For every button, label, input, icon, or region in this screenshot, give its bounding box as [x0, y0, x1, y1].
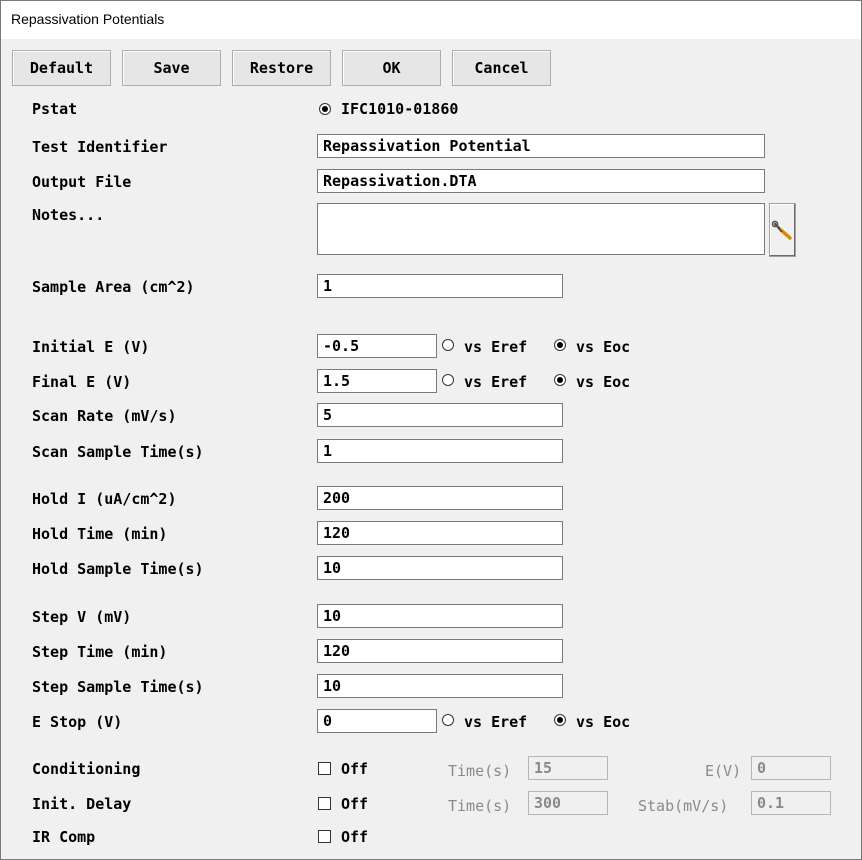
title-bar: Repassivation Potentials: [1, 1, 861, 39]
conditioning-time-input[interactable]: [528, 756, 608, 780]
conditioning-e-label: E(V): [705, 762, 742, 780]
step-time-label: Step Time (min): [32, 643, 168, 661]
initial-e-input[interactable]: [317, 334, 437, 358]
init-delay-label: Init. Delay: [32, 795, 132, 813]
notes-edit-button[interactable]: [769, 203, 796, 257]
notes-label: Notes...: [32, 206, 105, 224]
conditioning-state: Off: [341, 760, 369, 778]
test-identifier-label: Test Identifier: [32, 138, 168, 156]
ok-button[interactable]: OK: [342, 50, 441, 86]
init-delay-time-input[interactable]: [528, 791, 608, 815]
init-delay-stab-label: Stab(mV/s): [638, 797, 729, 815]
hold-time-label: Hold Time (min): [32, 525, 168, 543]
step-sample-time-label: Step Sample Time(s): [32, 678, 204, 696]
e-stop-vs-eref-label: vs Eref: [464, 713, 528, 731]
init-delay-state: Off: [341, 795, 369, 813]
output-file-input[interactable]: [317, 169, 765, 193]
restore-button[interactable]: Restore: [232, 50, 331, 86]
final-e-label: Final E (V): [32, 373, 132, 391]
final-e-vs-eref-radio[interactable]: [442, 374, 454, 386]
hold-i-input[interactable]: [317, 486, 563, 510]
init-delay-checkbox[interactable]: [318, 797, 331, 810]
sample-area-label: Sample Area (cm^2): [32, 278, 195, 296]
hold-i-label: Hold I (uA/cm^2): [32, 490, 177, 508]
step-sample-time-input[interactable]: [317, 674, 563, 698]
final-e-vs-eoc-label: vs Eoc: [576, 373, 631, 391]
sample-area-input[interactable]: [317, 274, 563, 298]
cancel-button[interactable]: Cancel: [452, 50, 551, 86]
e-stop-vs-eoc-radio[interactable]: [554, 714, 566, 726]
conditioning-time-label: Time(s): [448, 762, 512, 780]
default-button[interactable]: Default: [12, 50, 111, 86]
conditioning-label: Conditioning: [32, 760, 141, 778]
ir-comp-state: Off: [341, 828, 369, 846]
output-file-label: Output File: [32, 173, 132, 191]
window-title: Repassivation Potentials: [11, 11, 165, 27]
ir-comp-label: IR Comp: [32, 828, 96, 846]
pstat-value: IFC1010-01860: [341, 100, 459, 118]
final-e-input[interactable]: [317, 369, 437, 393]
save-button[interactable]: Save: [122, 50, 221, 86]
pstat-radio[interactable]: [319, 103, 331, 115]
e-stop-vs-eref-radio[interactable]: [442, 714, 454, 726]
conditioning-e-input[interactable]: [751, 756, 831, 780]
step-v-label: Step V (mV): [32, 608, 132, 626]
hold-sample-time-label: Hold Sample Time(s): [32, 560, 204, 578]
final-e-vs-eref-label: vs Eref: [464, 373, 528, 391]
wrench-screwdriver-icon: [771, 220, 792, 240]
e-stop-vs-eoc-label: vs Eoc: [576, 713, 631, 731]
hold-sample-time-input[interactable]: [317, 556, 563, 580]
e-stop-input[interactable]: [317, 709, 437, 733]
initial-e-vs-eoc-radio[interactable]: [554, 339, 566, 351]
conditioning-checkbox[interactable]: [318, 762, 331, 775]
dialog-window: Repassivation Potentials Default Save Re…: [0, 0, 862, 860]
pstat-label: Pstat: [32, 100, 78, 118]
initial-e-vs-eref-radio[interactable]: [442, 339, 454, 351]
step-time-input[interactable]: [317, 639, 563, 663]
initial-e-vs-eoc-label: vs Eoc: [576, 338, 631, 356]
scan-sample-time-label: Scan Sample Time(s): [32, 443, 204, 461]
e-stop-label: E Stop (V): [32, 713, 123, 731]
final-e-vs-eoc-radio[interactable]: [554, 374, 566, 386]
notes-textarea[interactable]: [317, 203, 765, 255]
scan-rate-input[interactable]: [317, 403, 563, 427]
init-delay-stab-input[interactable]: [751, 791, 831, 815]
initial-e-vs-eref-label: vs Eref: [464, 338, 528, 356]
hold-time-input[interactable]: [317, 521, 563, 545]
scan-rate-label: Scan Rate (mV/s): [32, 407, 177, 425]
ir-comp-checkbox[interactable]: [318, 830, 331, 843]
test-identifier-input[interactable]: [317, 134, 765, 158]
scan-sample-time-input[interactable]: [317, 439, 563, 463]
init-delay-time-label: Time(s): [448, 797, 512, 815]
step-v-input[interactable]: [317, 604, 563, 628]
initial-e-label: Initial E (V): [32, 338, 150, 356]
